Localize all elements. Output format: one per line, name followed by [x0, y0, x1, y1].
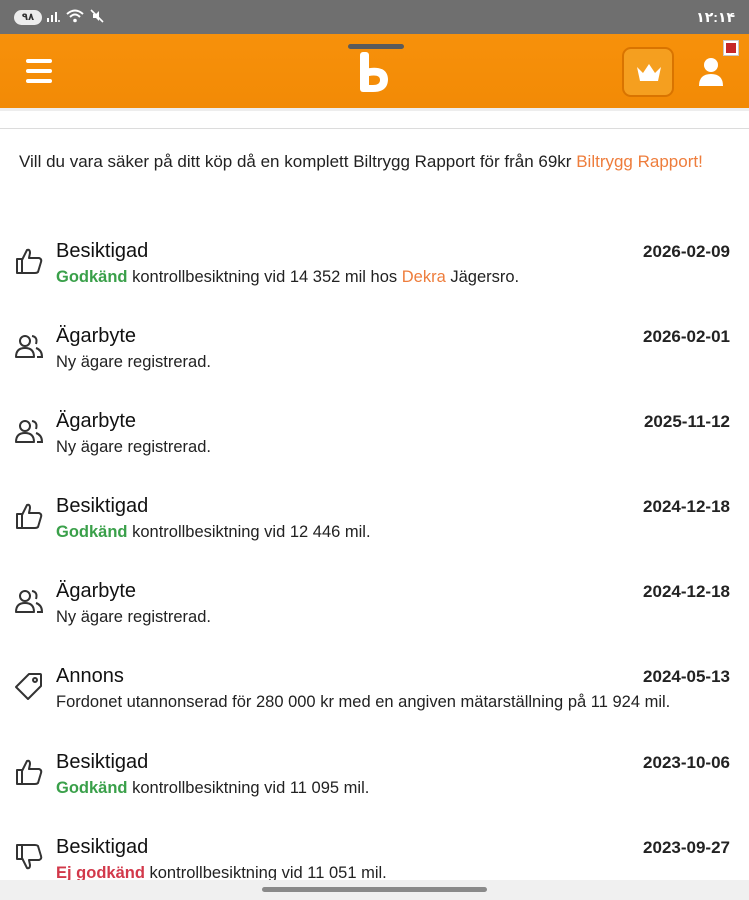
status-approved: Godkänd: [56, 268, 128, 286]
tag-icon: [15, 673, 42, 700]
mute-icon: [90, 9, 104, 23]
event-date: 2026-02-01: [643, 327, 730, 346]
battery-indicator: ۹۸: [14, 10, 42, 25]
clock: ۱۲:۱۴: [696, 9, 735, 25]
event-title: Ägarbyte: [56, 410, 137, 432]
wifi-icon: [66, 9, 84, 23]
event-title: Ägarbyte: [56, 325, 137, 347]
event-title: Ägarbyte: [56, 580, 137, 602]
event-description: Fordonet utannonserad för 280 000 kr med…: [56, 693, 671, 711]
crown-icon: [637, 64, 661, 81]
people-icon: [15, 335, 44, 358]
event-title: Besiktigad: [56, 751, 149, 773]
history-event[interactable]: Ägarbyte 2025-11-12 Ny ägare registrerad…: [0, 410, 749, 480]
thumbs-up-icon: [16, 503, 43, 529]
status-approved: Godkänd: [56, 779, 128, 797]
event-date: 2023-09-27: [643, 838, 730, 857]
event-description: Godkänd kontrollbesiktning vid 14 352 mi…: [56, 268, 519, 287]
promo-text: Vill du vara säker på ditt köp då en kom…: [19, 149, 719, 174]
history-event[interactable]: Annons 2024-05-13 Fordonet utannonserad …: [0, 665, 749, 735]
event-description: Ny ägare registrerad.: [56, 608, 211, 626]
event-title: Annons: [56, 665, 124, 687]
thumbs-up-icon: [16, 759, 43, 785]
event-title: Besiktigad: [56, 495, 149, 517]
home-gesture-pill[interactable]: [262, 887, 487, 892]
premium-crown-button[interactable]: [622, 47, 674, 97]
promo-body: Vill du vara säker på ditt köp då en kom…: [19, 152, 577, 171]
event-date: 2025-11-12: [643, 412, 730, 431]
event-date: 2024-12-18: [643, 582, 730, 601]
notification-badge[interactable]: [723, 40, 739, 56]
history-event[interactable]: Ägarbyte 2026-02-01 Ny ägare registrerad…: [0, 325, 749, 395]
event-suffix: Jägersro.: [445, 268, 520, 286]
event-title: Besiktigad: [56, 836, 149, 858]
event-title: Besiktigad: [56, 240, 149, 262]
people-icon: [15, 590, 44, 613]
event-description: Godkänd kontrollbesiktning vid 11 095 mi…: [56, 779, 369, 798]
thumbs-down-icon: [16, 844, 43, 870]
dekra-link[interactable]: Dekra: [402, 268, 446, 286]
status-icons: [46, 9, 104, 23]
event-description: Ny ägare registrerad.: [56, 438, 211, 456]
event-text: kontrollbesiktning vid 12 446 mil.: [127, 523, 371, 541]
event-text: kontrollbesiktning vid 11 095 mil.: [127, 779, 370, 797]
event-date: 2026-02-09: [643, 242, 730, 261]
history-event[interactable]: Besiktigad 2026-02-09 Godkänd kontrollbe…: [0, 240, 749, 310]
event-description: Ny ägare registrerad.: [56, 353, 211, 371]
menu-icon[interactable]: [26, 59, 52, 83]
app-header: [0, 34, 749, 111]
biltrygg-rapport-link[interactable]: Biltrygg Rapport!: [576, 152, 703, 171]
status-bar: ۹۸ ۱۲:۱۴: [0, 0, 749, 34]
drag-handle[interactable]: [348, 44, 404, 49]
event-date: 2024-05-13: [643, 667, 730, 686]
event-date: 2024-12-18: [643, 497, 730, 516]
event-description: Godkänd kontrollbesiktning vid 12 446 mi…: [56, 523, 371, 542]
divider: [0, 128, 749, 129]
event-text: kontrollbesiktning vid 14 352 mil hos: [127, 268, 402, 286]
thumbs-up-icon: [16, 248, 43, 274]
event-date: 2023-10-06: [643, 753, 730, 772]
user-icon[interactable]: [697, 56, 725, 88]
history-event[interactable]: Besiktigad 2023-10-06 Godkänd kontrollbe…: [0, 751, 749, 821]
biltrygg-logo[interactable]: [357, 52, 393, 96]
system-nav-bar: [0, 880, 749, 900]
status-approved: Godkänd: [56, 523, 128, 541]
people-icon: [15, 420, 44, 443]
history-event[interactable]: Ägarbyte 2024-12-18 Ny ägare registrerad…: [0, 580, 749, 650]
history-event[interactable]: Besiktigad 2024-12-18 Godkänd kontrollbe…: [0, 495, 749, 565]
signal-icon: [47, 12, 60, 22]
